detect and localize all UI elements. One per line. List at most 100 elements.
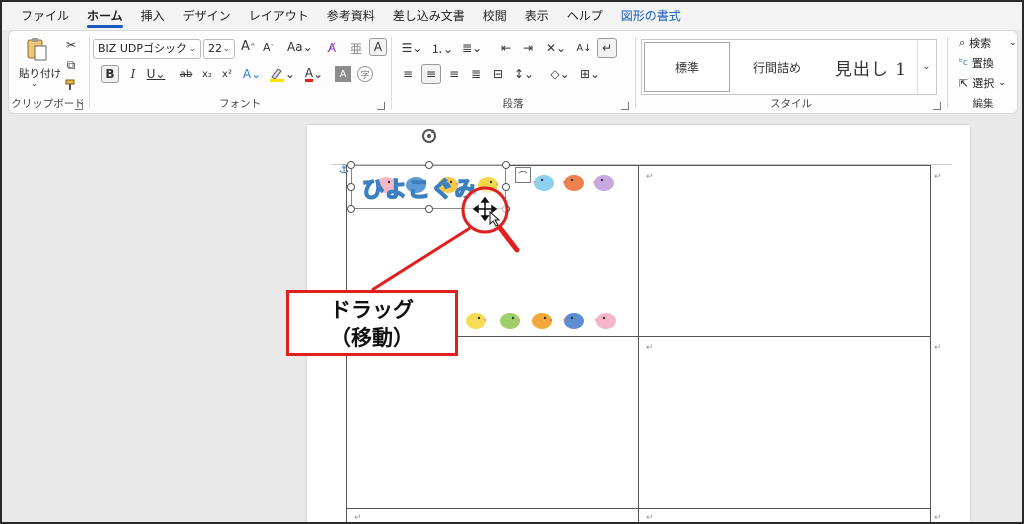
- font-name-select[interactable]: BIZ UDPゴシック ⌄: [93, 39, 201, 59]
- numbering-icon[interactable]: ⒈⌄: [429, 39, 455, 57]
- bird-yellow-icon: [466, 313, 487, 329]
- italic-icon[interactable]: I: [125, 65, 141, 83]
- format-painter-icon[interactable]: [63, 77, 79, 93]
- sort-icon[interactable]: A↓: [575, 39, 593, 57]
- font-size-value: 22: [208, 42, 222, 55]
- shrink-font-icon[interactable]: Aˇ: [263, 41, 274, 54]
- bold-icon[interactable]: B: [101, 65, 119, 83]
- layout-options-icon[interactable]: ⌒: [515, 167, 531, 183]
- divider: [947, 37, 948, 109]
- bird-pink-icon: [594, 313, 616, 329]
- phonetic-guide-icon[interactable]: 亜: [347, 39, 365, 57]
- ribbon-tab-bar: ファイル ホーム 挿入 デザイン レイアウト 参考資料 差し込み文書 校閲 表示…: [2, 2, 1022, 30]
- increase-indent-icon[interactable]: ⇥: [519, 39, 537, 57]
- paragraph-mark: ↵: [646, 513, 654, 523]
- tab-insert[interactable]: 挿入: [132, 2, 174, 30]
- subscript-icon[interactable]: x₂: [199, 65, 215, 83]
- align-center-icon[interactable]: ≡: [421, 64, 441, 84]
- table-border-center: [638, 165, 639, 522]
- styles-group: スタイル: [637, 31, 945, 115]
- asian-layout-icon[interactable]: ✕⌄: [543, 39, 569, 57]
- borders-icon[interactable]: ⊞⌄: [577, 65, 603, 83]
- shading-icon[interactable]: ◇⌄: [547, 65, 573, 83]
- font-launcher-icon[interactable]: [377, 102, 385, 110]
- font-size-select[interactable]: 22 ⌄: [203, 39, 235, 59]
- resize-handle[interactable]: [347, 205, 355, 213]
- tab-mailings[interactable]: 差し込み文書: [384, 2, 474, 30]
- paste-button-label[interactable]: 貼り付け: [19, 66, 61, 81]
- paragraph-mark: ↵: [646, 343, 654, 353]
- paragraph-launcher-icon[interactable]: [621, 102, 629, 110]
- font-name-value: BIZ UDPゴシック: [98, 42, 187, 55]
- divider: [391, 37, 392, 109]
- highlight-color-icon[interactable]: ⌄: [269, 65, 295, 83]
- tab-help[interactable]: ヘルプ: [558, 2, 612, 30]
- drag-callout: ドラッグ （移動）: [286, 290, 458, 356]
- clipboard-launcher-icon[interactable]: [75, 102, 83, 110]
- paragraph-mark: ↵: [934, 172, 942, 182]
- text-effects-icon[interactable]: A⌄: [241, 65, 263, 83]
- tab-view[interactable]: 表示: [516, 2, 558, 30]
- window-frame: ファイル ホーム 挿入 デザイン レイアウト 参考資料 差し込み文書 校閲 表示…: [0, 0, 1024, 524]
- divider: [89, 37, 90, 109]
- table-border-right: [930, 165, 931, 522]
- copy-icon[interactable]: ⧉: [63, 57, 79, 73]
- font-group: BIZ UDPゴシック ⌄ 22 ⌄ A ^ Aˇ Aa ⌄ A̸ 亜 A B I …: [91, 31, 389, 115]
- font-group-label: フォント: [219, 98, 261, 110]
- resize-handle[interactable]: [502, 205, 510, 213]
- rotate-handle-icon[interactable]: [419, 126, 439, 146]
- tab-layout[interactable]: レイアウト: [240, 2, 318, 30]
- paragraph-mark: ↵: [934, 343, 942, 353]
- decrease-indent-icon[interactable]: ⇤: [497, 39, 515, 57]
- resize-handle[interactable]: [502, 183, 510, 191]
- styles-launcher-icon[interactable]: [933, 102, 941, 110]
- superscript-icon[interactable]: x²: [219, 65, 235, 83]
- paragraph-group: ☰⌄ ⒈⌄ ≣⌄ ⇤ ⇥ ✕⌄ A↓ ↵ ≡ ≡ ≡ ≣ ⊟ ↕⌄ ◇⌄ ⊞⌄ …: [393, 31, 633, 115]
- change-case-icon[interactable]: Aa ⌄: [287, 40, 313, 54]
- clear-formatting-icon[interactable]: A̸: [323, 39, 341, 57]
- grow-font-icon[interactable]: A ^: [241, 39, 256, 54]
- cut-icon[interactable]: ✂: [63, 37, 79, 53]
- resize-handle[interactable]: [502, 161, 510, 169]
- bird-orange-icon: [562, 175, 584, 191]
- tab-shape-format[interactable]: 図形の書式: [612, 2, 690, 30]
- wordart-title[interactable]: ひよこぐみ: [361, 172, 478, 204]
- multilevel-list-icon[interactable]: ≣⌄: [459, 39, 485, 57]
- ribbon: 貼り付け ⌄ ✂ ⧉ クリップボード BIZ UDPゴシック ⌄ 22 ⌄ A ^…: [8, 30, 1018, 114]
- editing-group-label: 編集: [972, 98, 994, 110]
- show-formatting-marks-icon[interactable]: ↵: [597, 38, 617, 58]
- bullets-icon[interactable]: ☰⌄: [399, 39, 425, 57]
- align-left-icon[interactable]: ≡: [399, 65, 417, 83]
- resize-handle[interactable]: [425, 161, 433, 169]
- align-right-icon[interactable]: ≡: [445, 65, 463, 83]
- paste-icon[interactable]: [23, 35, 51, 63]
- enclose-characters-icon[interactable]: 字: [357, 66, 373, 82]
- paragraph-mark: ↵: [934, 513, 942, 523]
- chevron-down-icon: ⌄: [188, 44, 196, 54]
- tab-file[interactable]: ファイル: [12, 2, 78, 30]
- character-shading-icon[interactable]: A: [335, 66, 351, 82]
- line-spacing-icon[interactable]: ↕⌄: [511, 65, 537, 83]
- character-border-icon[interactable]: A: [369, 38, 387, 56]
- bird-green-icon: [500, 313, 521, 329]
- resize-handle[interactable]: [347, 183, 355, 191]
- paragraph-group-label: 段落: [502, 98, 524, 110]
- tab-review[interactable]: 校閲: [474, 2, 516, 30]
- tab-home[interactable]: ホーム: [78, 2, 132, 30]
- tab-design[interactable]: デザイン: [174, 2, 240, 30]
- resize-handle[interactable]: [425, 205, 433, 213]
- clipboard-group: 貼り付け ⌄ ✂ ⧉ クリップボード: [9, 31, 87, 115]
- paste-dropdown-icon[interactable]: ⌄: [31, 79, 38, 88]
- chevron-down-icon: ⌄: [222, 44, 230, 54]
- bird-lightblue-icon: [532, 175, 554, 191]
- resize-handle[interactable]: [347, 161, 355, 169]
- justify-icon[interactable]: ≣: [467, 65, 485, 83]
- editing-group: 編集: [949, 31, 1017, 115]
- strikethrough-icon[interactable]: ab: [177, 65, 195, 83]
- underline-icon[interactable]: U⌄: [145, 65, 167, 83]
- tab-references[interactable]: 参考資料: [318, 2, 384, 30]
- callout-line-1: ドラッグ: [330, 298, 414, 322]
- bird-purple-icon: [592, 175, 614, 191]
- distributed-icon[interactable]: ⊟: [489, 65, 507, 83]
- font-color-icon[interactable]: A ⌄: [301, 65, 327, 83]
